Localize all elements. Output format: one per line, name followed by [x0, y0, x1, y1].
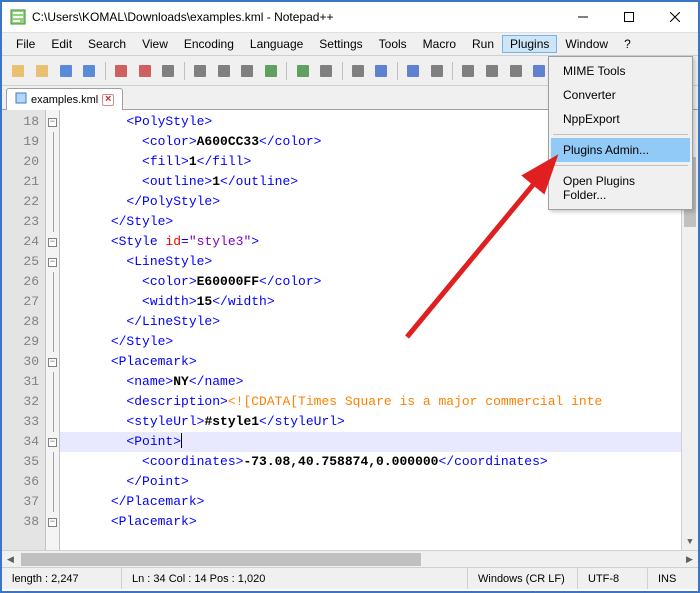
scroll-down-icon[interactable]: ▼ [682, 533, 698, 550]
new-icon[interactable] [8, 60, 29, 82]
print-icon[interactable] [158, 60, 179, 82]
menu-tools[interactable]: Tools [371, 35, 415, 53]
hscroll-thumb[interactable] [21, 553, 421, 566]
maximize-button[interactable] [606, 2, 652, 32]
dropdown-item-nppexport[interactable]: NppExport [551, 107, 690, 131]
doc-map-icon[interactable] [529, 60, 550, 82]
scroll-right-icon[interactable]: ▶ [681, 551, 698, 567]
find-icon[interactable] [316, 60, 337, 82]
status-encoding: UTF-8 [578, 568, 648, 589]
menu-file[interactable]: File [8, 35, 43, 53]
menu-edit[interactable]: Edit [43, 35, 80, 53]
sync-icon[interactable] [426, 60, 447, 82]
paste-icon[interactable] [237, 60, 258, 82]
status-eol: Windows (CR LF) [468, 568, 578, 589]
status-position: Ln : 34 Col : 14 Pos : 1,020 [122, 568, 468, 589]
save-icon[interactable] [55, 60, 76, 82]
menu-settings[interactable]: Settings [311, 35, 370, 53]
copy-icon[interactable] [213, 60, 234, 82]
status-length: length : 2,247 [2, 568, 122, 589]
show-chars-icon[interactable] [482, 60, 503, 82]
zoom-in-icon[interactable] [371, 60, 392, 82]
app-icon [10, 9, 26, 25]
replace-icon[interactable] [347, 60, 368, 82]
file-icon [15, 92, 27, 107]
horizontal-scrollbar[interactable]: ◀ ▶ [2, 550, 698, 567]
fold-column[interactable]: − − − − − − [46, 110, 60, 550]
dropdown-item-plugins-admin[interactable]: Plugins Admin... [551, 138, 690, 162]
status-mode: INS [648, 568, 698, 589]
file-tab[interactable]: examples.kml × [6, 88, 123, 110]
dropdown-item-mime-tools[interactable]: MIME Tools [551, 59, 690, 83]
fold-toggle[interactable]: − [48, 258, 57, 267]
menu-run[interactable]: Run [464, 35, 502, 53]
menu-search[interactable]: Search [80, 35, 134, 53]
menu-encoding[interactable]: Encoding [176, 35, 242, 53]
close-icon[interactable] [111, 60, 132, 82]
fold-toggle[interactable]: − [48, 438, 57, 447]
statusbar: length : 2,247 Ln : 34 Col : 14 Pos : 1,… [2, 567, 698, 589]
minimize-button[interactable] [560, 2, 606, 32]
plugins-dropdown: MIME ToolsConverterNppExport Plugins Admi… [548, 56, 693, 210]
open-icon[interactable] [32, 60, 53, 82]
window-title: C:\Users\KOMAL\Downloads\examples.kml - … [32, 10, 560, 24]
tab-label: examples.kml [31, 94, 98, 106]
menu-window[interactable]: Window [557, 35, 616, 53]
line-number-gutter: 1819202122232425262728293031323334353637… [2, 110, 46, 550]
close-button[interactable] [652, 2, 698, 32]
close-all-icon[interactable] [134, 60, 155, 82]
save-all-icon[interactable] [79, 60, 100, 82]
indent-guide-icon[interactable] [505, 60, 526, 82]
wrap-icon[interactable] [458, 60, 479, 82]
redo-icon[interactable] [292, 60, 313, 82]
fold-toggle[interactable]: − [48, 118, 57, 127]
menu-help[interactable]: ? [616, 35, 639, 53]
menu-language[interactable]: Language [242, 35, 311, 53]
cut-icon[interactable] [190, 60, 211, 82]
zoom-out-icon[interactable] [403, 60, 424, 82]
dropdown-item-open-plugins-folder[interactable]: Open Plugins Folder... [551, 169, 690, 207]
fold-toggle[interactable]: − [48, 238, 57, 247]
menu-plugins[interactable]: Plugins [502, 35, 557, 53]
scroll-left-icon[interactable]: ◀ [2, 551, 19, 567]
menu-view[interactable]: View [134, 35, 176, 53]
menubar: FileEditSearchViewEncodingLanguageSettin… [2, 32, 698, 56]
titlebar: C:\Users\KOMAL\Downloads\examples.kml - … [2, 2, 698, 32]
dropdown-item-converter[interactable]: Converter [551, 83, 690, 107]
menu-macro[interactable]: Macro [415, 35, 464, 53]
tab-close-icon[interactable]: × [102, 94, 114, 106]
undo-icon[interactable] [261, 60, 282, 82]
fold-toggle[interactable]: − [48, 518, 57, 527]
fold-toggle[interactable]: − [48, 358, 57, 367]
